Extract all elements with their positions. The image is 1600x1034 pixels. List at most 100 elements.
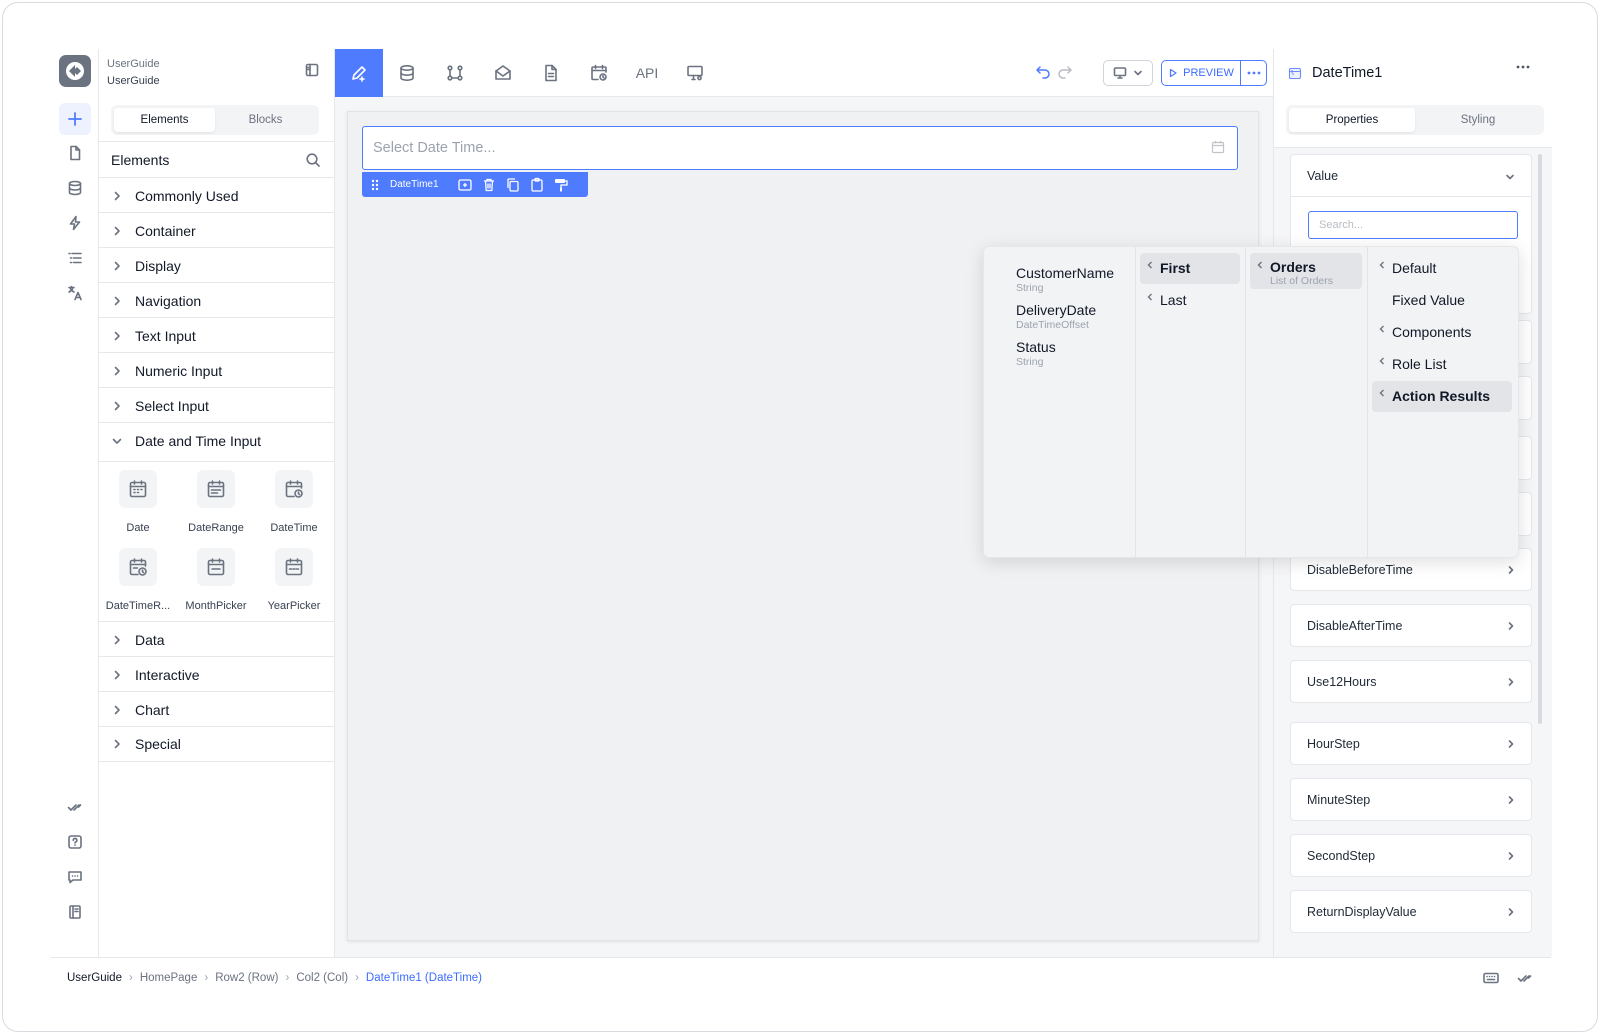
outline-button[interactable] (59, 242, 91, 274)
preview-more-button[interactable] (1241, 60, 1267, 86)
tab-blocks[interactable]: Blocks (215, 108, 316, 132)
element-datetimerange[interactable]: DateTimeR... (99, 548, 177, 612)
paste-icon[interactable] (529, 177, 545, 193)
value-section-header[interactable]: Value (1291, 155, 1531, 197)
data-button[interactable] (59, 172, 91, 204)
chat-button[interactable] (59, 861, 91, 893)
value-search-input[interactable] (1308, 211, 1518, 239)
field-status[interactable]: Status String (1016, 339, 1056, 368)
datetime-input[interactable]: Select Date Time... (362, 126, 1238, 170)
breadcrumb-item[interactable]: HomePage (140, 972, 198, 984)
category-chart[interactable]: Chart (99, 691, 335, 727)
breadcrumb-item[interactable]: UserGuide (67, 972, 122, 984)
add-inside-icon[interactable] (457, 177, 473, 193)
help-button[interactable] (59, 826, 91, 858)
source-role-list[interactable]: Role List (1372, 349, 1512, 380)
field-delivery-date[interactable]: DeliveryDate DateTimeOffset (1016, 302, 1096, 331)
document-tool-button[interactable] (527, 49, 575, 97)
tab-elements[interactable]: Elements (114, 108, 215, 132)
element-monthpicker[interactable]: MonthPicker (177, 548, 255, 612)
category-label: Container (135, 222, 196, 239)
chevron-left-icon (1379, 357, 1384, 365)
double-check-icon[interactable] (1517, 971, 1533, 985)
breadcrumb-item-current[interactable]: DateTime1 (DateTime) (366, 972, 482, 984)
source-default[interactable]: Default (1372, 253, 1512, 284)
display-settings-button[interactable] (671, 49, 719, 97)
category-select-input[interactable]: Select Input (99, 387, 335, 423)
keyboard-icon[interactable] (1483, 971, 1499, 985)
category-container[interactable]: Container (99, 212, 335, 248)
drag-handle-icon[interactable] (370, 178, 380, 192)
property-return-display-value[interactable]: ReturnDisplayValue (1290, 890, 1532, 933)
email-tool-button[interactable] (479, 49, 527, 97)
source-fixed-value[interactable]: Fixed Value (1372, 285, 1512, 316)
play-icon (1169, 68, 1177, 78)
breadcrumb-item[interactable]: Col2 (Col) (296, 972, 348, 984)
collection-column: Orders List of Orders (1246, 247, 1368, 557)
scheduler-tool-button[interactable] (575, 49, 623, 97)
element-date[interactable]: Date (99, 470, 177, 534)
workflow-tool-button[interactable] (431, 49, 479, 97)
property-hour-step[interactable]: HourStep (1290, 722, 1532, 765)
breadcrumb-item[interactable]: Row2 (Row) (215, 972, 278, 984)
preview-button[interactable]: PREVIEW (1161, 60, 1241, 86)
help-icon (68, 835, 82, 849)
tab-styling[interactable]: Styling (1415, 108, 1541, 132)
category-display[interactable]: Display (99, 247, 335, 283)
chevron-right-icon (114, 366, 120, 375)
undo-button[interactable] (1035, 63, 1051, 79)
source-components[interactable]: Components (1372, 317, 1512, 348)
category-interactive[interactable]: Interactive (99, 656, 335, 692)
translate-button[interactable] (59, 277, 91, 309)
element-yearpicker[interactable]: YearPicker (255, 548, 333, 612)
fields-column: CustomerName String DeliveryDate DateTim… (984, 247, 1136, 557)
element-daterange[interactable]: DateRange (177, 470, 255, 534)
category-text-input[interactable]: Text Input (99, 317, 335, 353)
trash-icon[interactable] (481, 177, 497, 193)
breadcrumb-separator: › (128, 971, 133, 984)
app-name: UserGuide (107, 58, 160, 70)
calendar-month-icon (207, 558, 225, 576)
category-navigation[interactable]: Navigation (99, 282, 335, 318)
docs-button[interactable] (59, 896, 91, 928)
source-label: Fixed Value (1392, 292, 1465, 308)
collection-orders[interactable]: Orders List of Orders (1250, 253, 1362, 289)
add-element-button[interactable] (59, 103, 91, 135)
field-type: DateTimeOffset (1016, 319, 1089, 331)
category-data[interactable]: Data (99, 621, 335, 657)
device-select[interactable] (1103, 60, 1153, 86)
actions-button[interactable] (59, 207, 91, 239)
component-menu-button[interactable] (1516, 65, 1530, 69)
app-logo[interactable] (59, 55, 91, 87)
tab-properties[interactable]: Properties (1289, 108, 1415, 132)
category-commonly-used[interactable]: Commonly Used (99, 177, 335, 213)
paint-roller-icon[interactable] (553, 177, 569, 193)
design-tool-button[interactable] (335, 49, 383, 97)
api-tool-button[interactable]: API (623, 49, 671, 97)
source-action-results[interactable]: Action Results (1372, 381, 1512, 412)
database-tool-button[interactable] (383, 49, 431, 97)
property-second-step[interactable]: SecondStep (1290, 834, 1532, 877)
search-elements-button[interactable] (305, 152, 321, 168)
redo-button[interactable] (1057, 63, 1073, 79)
pages-button[interactable] (59, 137, 91, 169)
checks-button[interactable] (59, 791, 91, 823)
elements-panel: UserGuide UserGuide Elements Blocks Elem… (99, 49, 335, 957)
property-use12hours[interactable]: Use12Hours (1290, 660, 1532, 703)
property-minute-step[interactable]: MinuteStep (1290, 778, 1532, 821)
category-special[interactable]: Special (99, 726, 335, 762)
category-numeric-input[interactable]: Numeric Input (99, 352, 335, 388)
copy-icon[interactable] (505, 177, 521, 193)
property-disable-after-time[interactable]: DisableAfterTime (1290, 604, 1532, 647)
collapse-panel-button[interactable] (305, 63, 319, 77)
category-date-time-input[interactable]: Date and Time Input (99, 422, 335, 458)
element-datetime[interactable]: DateTime (255, 470, 333, 534)
field-customer-name[interactable]: CustomerName String (1016, 265, 1114, 294)
value-section-title: Value (1307, 168, 1339, 183)
selector-last[interactable]: Last (1140, 285, 1240, 316)
chevron-right-icon (114, 331, 120, 340)
calendar-clock-icon (285, 480, 303, 498)
selector-first[interactable]: First (1140, 253, 1240, 284)
properties-scrollbar[interactable] (1538, 154, 1542, 724)
project-name: UserGuide (107, 75, 160, 87)
